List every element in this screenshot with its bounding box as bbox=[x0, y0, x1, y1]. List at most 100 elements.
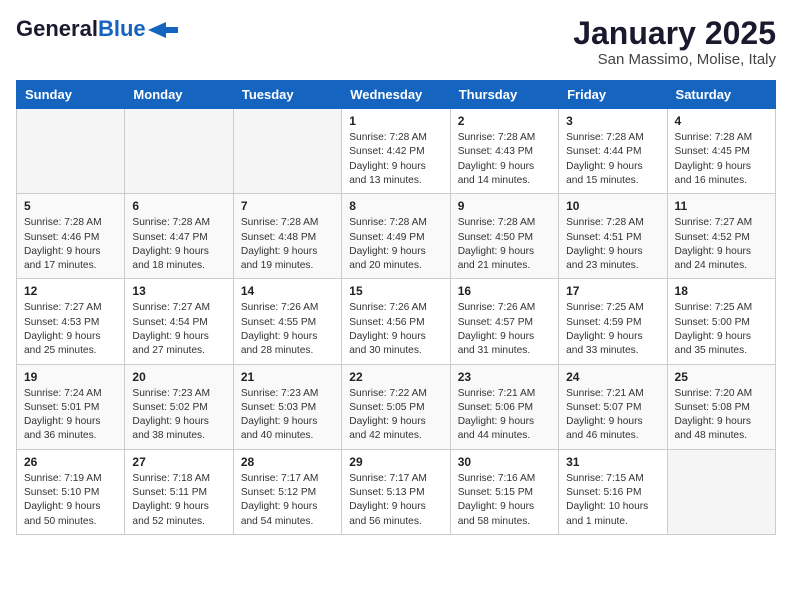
day-number: 22 bbox=[349, 370, 442, 384]
day-info: Sunrise: 7:21 AM Sunset: 5:07 PM Dayligh… bbox=[566, 387, 659, 444]
calendar-cell: 28 Sunrise: 7:17 AM Sunset: 5:12 PM Dayli… bbox=[233, 449, 341, 534]
day-info: Sunrise: 7:27 AM Sunset: 4:54 PM Dayligh… bbox=[132, 301, 225, 358]
day-number: 29 bbox=[349, 455, 442, 469]
day-number: 5 bbox=[24, 199, 117, 213]
day-info: Sunrise: 7:19 AM Sunset: 5:10 PM Dayligh… bbox=[24, 472, 117, 529]
calendar-cell bbox=[667, 449, 775, 534]
day-number: 21 bbox=[241, 370, 334, 384]
day-number: 28 bbox=[241, 455, 334, 469]
day-number: 6 bbox=[132, 199, 225, 213]
weekday-header-saturday: Saturday bbox=[667, 81, 775, 109]
day-number: 27 bbox=[132, 455, 225, 469]
calendar-cell: 23 Sunrise: 7:21 AM Sunset: 5:06 PM Dayli… bbox=[450, 364, 558, 449]
weekday-header-friday: Friday bbox=[559, 81, 667, 109]
logo-general: General bbox=[16, 16, 98, 42]
day-number: 17 bbox=[566, 284, 659, 298]
day-number: 10 bbox=[566, 199, 659, 213]
weekday-header-thursday: Thursday bbox=[450, 81, 558, 109]
calendar-cell: 25 Sunrise: 7:20 AM Sunset: 5:08 PM Dayli… bbox=[667, 364, 775, 449]
calendar-cell: 19Sunrise: 7:24 AM Sunset: 5:01 PM Dayli… bbox=[17, 364, 125, 449]
calendar-cell: 8 Sunrise: 7:28 AM Sunset: 4:49 PM Daylig… bbox=[342, 194, 450, 279]
calendar-cell: 3 Sunrise: 7:28 AM Sunset: 4:44 PM Daylig… bbox=[559, 109, 667, 194]
day-number: 3 bbox=[566, 114, 659, 128]
calendar-cell: 10Sunrise: 7:28 AM Sunset: 4:51 PM Dayli… bbox=[559, 194, 667, 279]
calendar-cell: 11Sunrise: 7:27 AM Sunset: 4:52 PM Dayli… bbox=[667, 194, 775, 279]
calendar-cell: 4Sunrise: 7:28 AM Sunset: 4:45 PM Daylig… bbox=[667, 109, 775, 194]
calendar-cell: 31 Sunrise: 7:15 AM Sunset: 5:16 PM Dayli… bbox=[559, 449, 667, 534]
day-number: 12 bbox=[24, 284, 117, 298]
calendar-cell: 29 Sunrise: 7:17 AM Sunset: 5:13 PM Dayli… bbox=[342, 449, 450, 534]
day-info: Sunrise: 7:25 AM Sunset: 4:59 PM Dayligh… bbox=[566, 301, 659, 358]
calendar-week-row: 1 Sunrise: 7:28 AM Sunset: 4:42 PM Daylig… bbox=[17, 109, 776, 194]
calendar-header-row: SundayMondayTuesdayWednesdayThursdayFrid… bbox=[17, 81, 776, 109]
day-number: 20 bbox=[132, 370, 225, 384]
day-number: 7 bbox=[241, 199, 334, 213]
page-header: General Blue January 2025 San Massimo, M… bbox=[16, 16, 776, 68]
calendar-cell: 15Sunrise: 7:26 AM Sunset: 4:56 PM Dayli… bbox=[342, 279, 450, 364]
calendar-cell bbox=[233, 109, 341, 194]
calendar-cell: 17 Sunrise: 7:25 AM Sunset: 4:59 PM Dayli… bbox=[559, 279, 667, 364]
day-number: 2 bbox=[458, 114, 551, 128]
day-number: 1 bbox=[349, 114, 442, 128]
calendar-cell: 9 Sunrise: 7:28 AM Sunset: 4:50 PM Daylig… bbox=[450, 194, 558, 279]
day-info: Sunrise: 7:21 AM Sunset: 5:06 PM Dayligh… bbox=[458, 387, 551, 444]
calendar-cell: 5 Sunrise: 7:28 AM Sunset: 4:46 PM Daylig… bbox=[17, 194, 125, 279]
calendar-cell bbox=[17, 109, 125, 194]
calendar-cell: 6 Sunrise: 7:28 AM Sunset: 4:47 PM Daylig… bbox=[125, 194, 233, 279]
day-info: Sunrise: 7:23 AM Sunset: 5:02 PM Dayligh… bbox=[132, 387, 225, 444]
day-number: 25 bbox=[675, 370, 768, 384]
calendar-cell: 21 Sunrise: 7:23 AM Sunset: 5:03 PM Dayli… bbox=[233, 364, 341, 449]
calendar-week-row: 12 Sunrise: 7:27 AM Sunset: 4:53 PM Dayli… bbox=[17, 279, 776, 364]
logo-blue: Blue bbox=[98, 16, 146, 42]
day-info: Sunrise: 7:16 AM Sunset: 5:15 PM Dayligh… bbox=[458, 472, 551, 529]
calendar-table: SundayMondayTuesdayWednesdayThursdayFrid… bbox=[16, 80, 776, 535]
calendar-cell: 16Sunrise: 7:26 AM Sunset: 4:57 PM Dayli… bbox=[450, 279, 558, 364]
day-info: Sunrise: 7:28 AM Sunset: 4:50 PM Dayligh… bbox=[458, 216, 551, 273]
day-info: Sunrise: 7:22 AM Sunset: 5:05 PM Dayligh… bbox=[349, 387, 442, 444]
location: San Massimo, Molise, Italy bbox=[573, 51, 776, 68]
day-number: 16 bbox=[458, 284, 551, 298]
calendar-cell: 1 Sunrise: 7:28 AM Sunset: 4:42 PM Daylig… bbox=[342, 109, 450, 194]
day-number: 30 bbox=[458, 455, 551, 469]
day-info: Sunrise: 7:15 AM Sunset: 5:16 PM Dayligh… bbox=[566, 472, 659, 529]
day-number: 8 bbox=[349, 199, 442, 213]
day-info: Sunrise: 7:26 AM Sunset: 4:55 PM Dayligh… bbox=[241, 301, 334, 358]
day-info: Sunrise: 7:20 AM Sunset: 5:08 PM Dayligh… bbox=[675, 387, 768, 444]
weekday-header-tuesday: Tuesday bbox=[233, 81, 341, 109]
day-info: Sunrise: 7:28 AM Sunset: 4:47 PM Dayligh… bbox=[132, 216, 225, 273]
title-block: January 2025 San Massimo, Molise, Italy bbox=[573, 16, 776, 68]
day-info: Sunrise: 7:18 AM Sunset: 5:11 PM Dayligh… bbox=[132, 472, 225, 529]
day-number: 9 bbox=[458, 199, 551, 213]
calendar-week-row: 26Sunrise: 7:19 AM Sunset: 5:10 PM Dayli… bbox=[17, 449, 776, 534]
day-info: Sunrise: 7:28 AM Sunset: 4:46 PM Dayligh… bbox=[24, 216, 117, 273]
day-info: Sunrise: 7:28 AM Sunset: 4:49 PM Dayligh… bbox=[349, 216, 442, 273]
day-info: Sunrise: 7:17 AM Sunset: 5:13 PM Dayligh… bbox=[349, 472, 442, 529]
day-number: 14 bbox=[241, 284, 334, 298]
calendar-cell: 24 Sunrise: 7:21 AM Sunset: 5:07 PM Dayli… bbox=[559, 364, 667, 449]
day-number: 23 bbox=[458, 370, 551, 384]
day-info: Sunrise: 7:28 AM Sunset: 4:44 PM Dayligh… bbox=[566, 131, 659, 188]
day-info: Sunrise: 7:28 AM Sunset: 4:43 PM Dayligh… bbox=[458, 131, 551, 188]
day-info: Sunrise: 7:27 AM Sunset: 4:53 PM Dayligh… bbox=[24, 301, 117, 358]
calendar-cell: 26Sunrise: 7:19 AM Sunset: 5:10 PM Dayli… bbox=[17, 449, 125, 534]
day-number: 18 bbox=[675, 284, 768, 298]
calendar-cell: 18Sunrise: 7:25 AM Sunset: 5:00 PM Dayli… bbox=[667, 279, 775, 364]
day-info: Sunrise: 7:24 AM Sunset: 5:01 PM Dayligh… bbox=[24, 387, 117, 444]
day-info: Sunrise: 7:28 AM Sunset: 4:42 PM Dayligh… bbox=[349, 131, 442, 188]
day-info: Sunrise: 7:26 AM Sunset: 4:56 PM Dayligh… bbox=[349, 301, 442, 358]
calendar-cell: 7 Sunrise: 7:28 AM Sunset: 4:48 PM Daylig… bbox=[233, 194, 341, 279]
logo-arrow-icon bbox=[148, 22, 178, 38]
month-title: January 2025 bbox=[573, 16, 776, 51]
calendar-cell: 13Sunrise: 7:27 AM Sunset: 4:54 PM Dayli… bbox=[125, 279, 233, 364]
day-info: Sunrise: 7:28 AM Sunset: 4:48 PM Dayligh… bbox=[241, 216, 334, 273]
calendar-week-row: 5 Sunrise: 7:28 AM Sunset: 4:46 PM Daylig… bbox=[17, 194, 776, 279]
calendar-cell: 30 Sunrise: 7:16 AM Sunset: 5:15 PM Dayli… bbox=[450, 449, 558, 534]
day-info: Sunrise: 7:17 AM Sunset: 5:12 PM Dayligh… bbox=[241, 472, 334, 529]
day-number: 24 bbox=[566, 370, 659, 384]
calendar-cell: 2 Sunrise: 7:28 AM Sunset: 4:43 PM Daylig… bbox=[450, 109, 558, 194]
calendar-cell: 20 Sunrise: 7:23 AM Sunset: 5:02 PM Dayli… bbox=[125, 364, 233, 449]
day-number: 31 bbox=[566, 455, 659, 469]
weekday-header-monday: Monday bbox=[125, 81, 233, 109]
day-info: Sunrise: 7:23 AM Sunset: 5:03 PM Dayligh… bbox=[241, 387, 334, 444]
logo: General Blue bbox=[16, 16, 178, 42]
